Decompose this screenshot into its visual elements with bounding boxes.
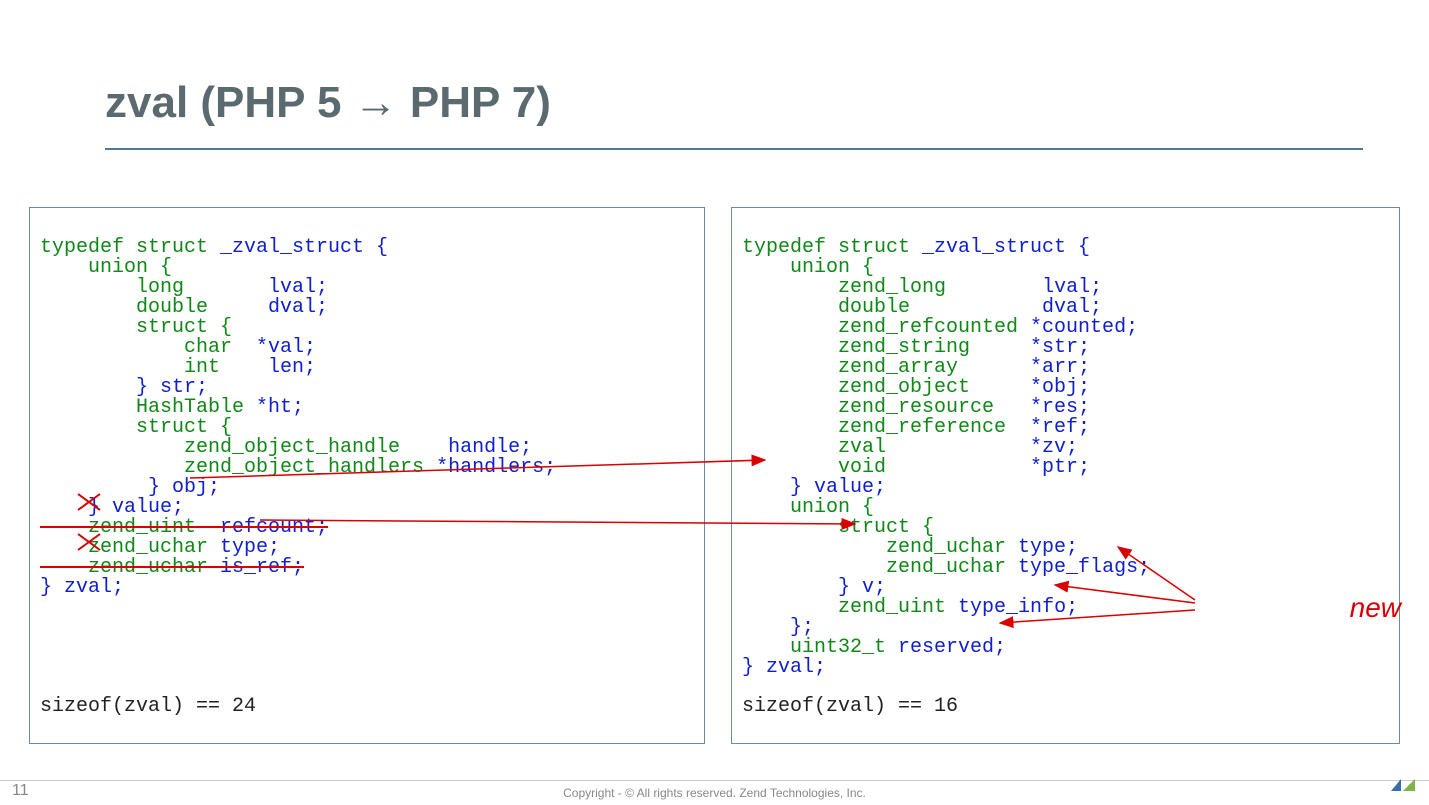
code-php7: typedef struct _zval_struct { union { ze… [731,207,1400,744]
slide: zval (PHP 5 → PHP 7) typedef struct _zva… [0,0,1429,804]
zend-logo [1389,777,1417,802]
slide-title: zval (PHP 5 → PHP 7) [105,78,551,128]
footer-copyright: Copyright - © All rights reserved. Zend … [0,780,1429,804]
title-rule [105,148,1363,150]
sizeof-php5: sizeof(zval) == 24 [40,697,256,717]
new-label: new [1350,592,1401,624]
page-number: 11 [12,782,29,800]
sizeof-php7: sizeof(zval) == 16 [742,697,958,717]
code-php5: typedef struct _zval_struct { union { lo… [29,207,705,744]
